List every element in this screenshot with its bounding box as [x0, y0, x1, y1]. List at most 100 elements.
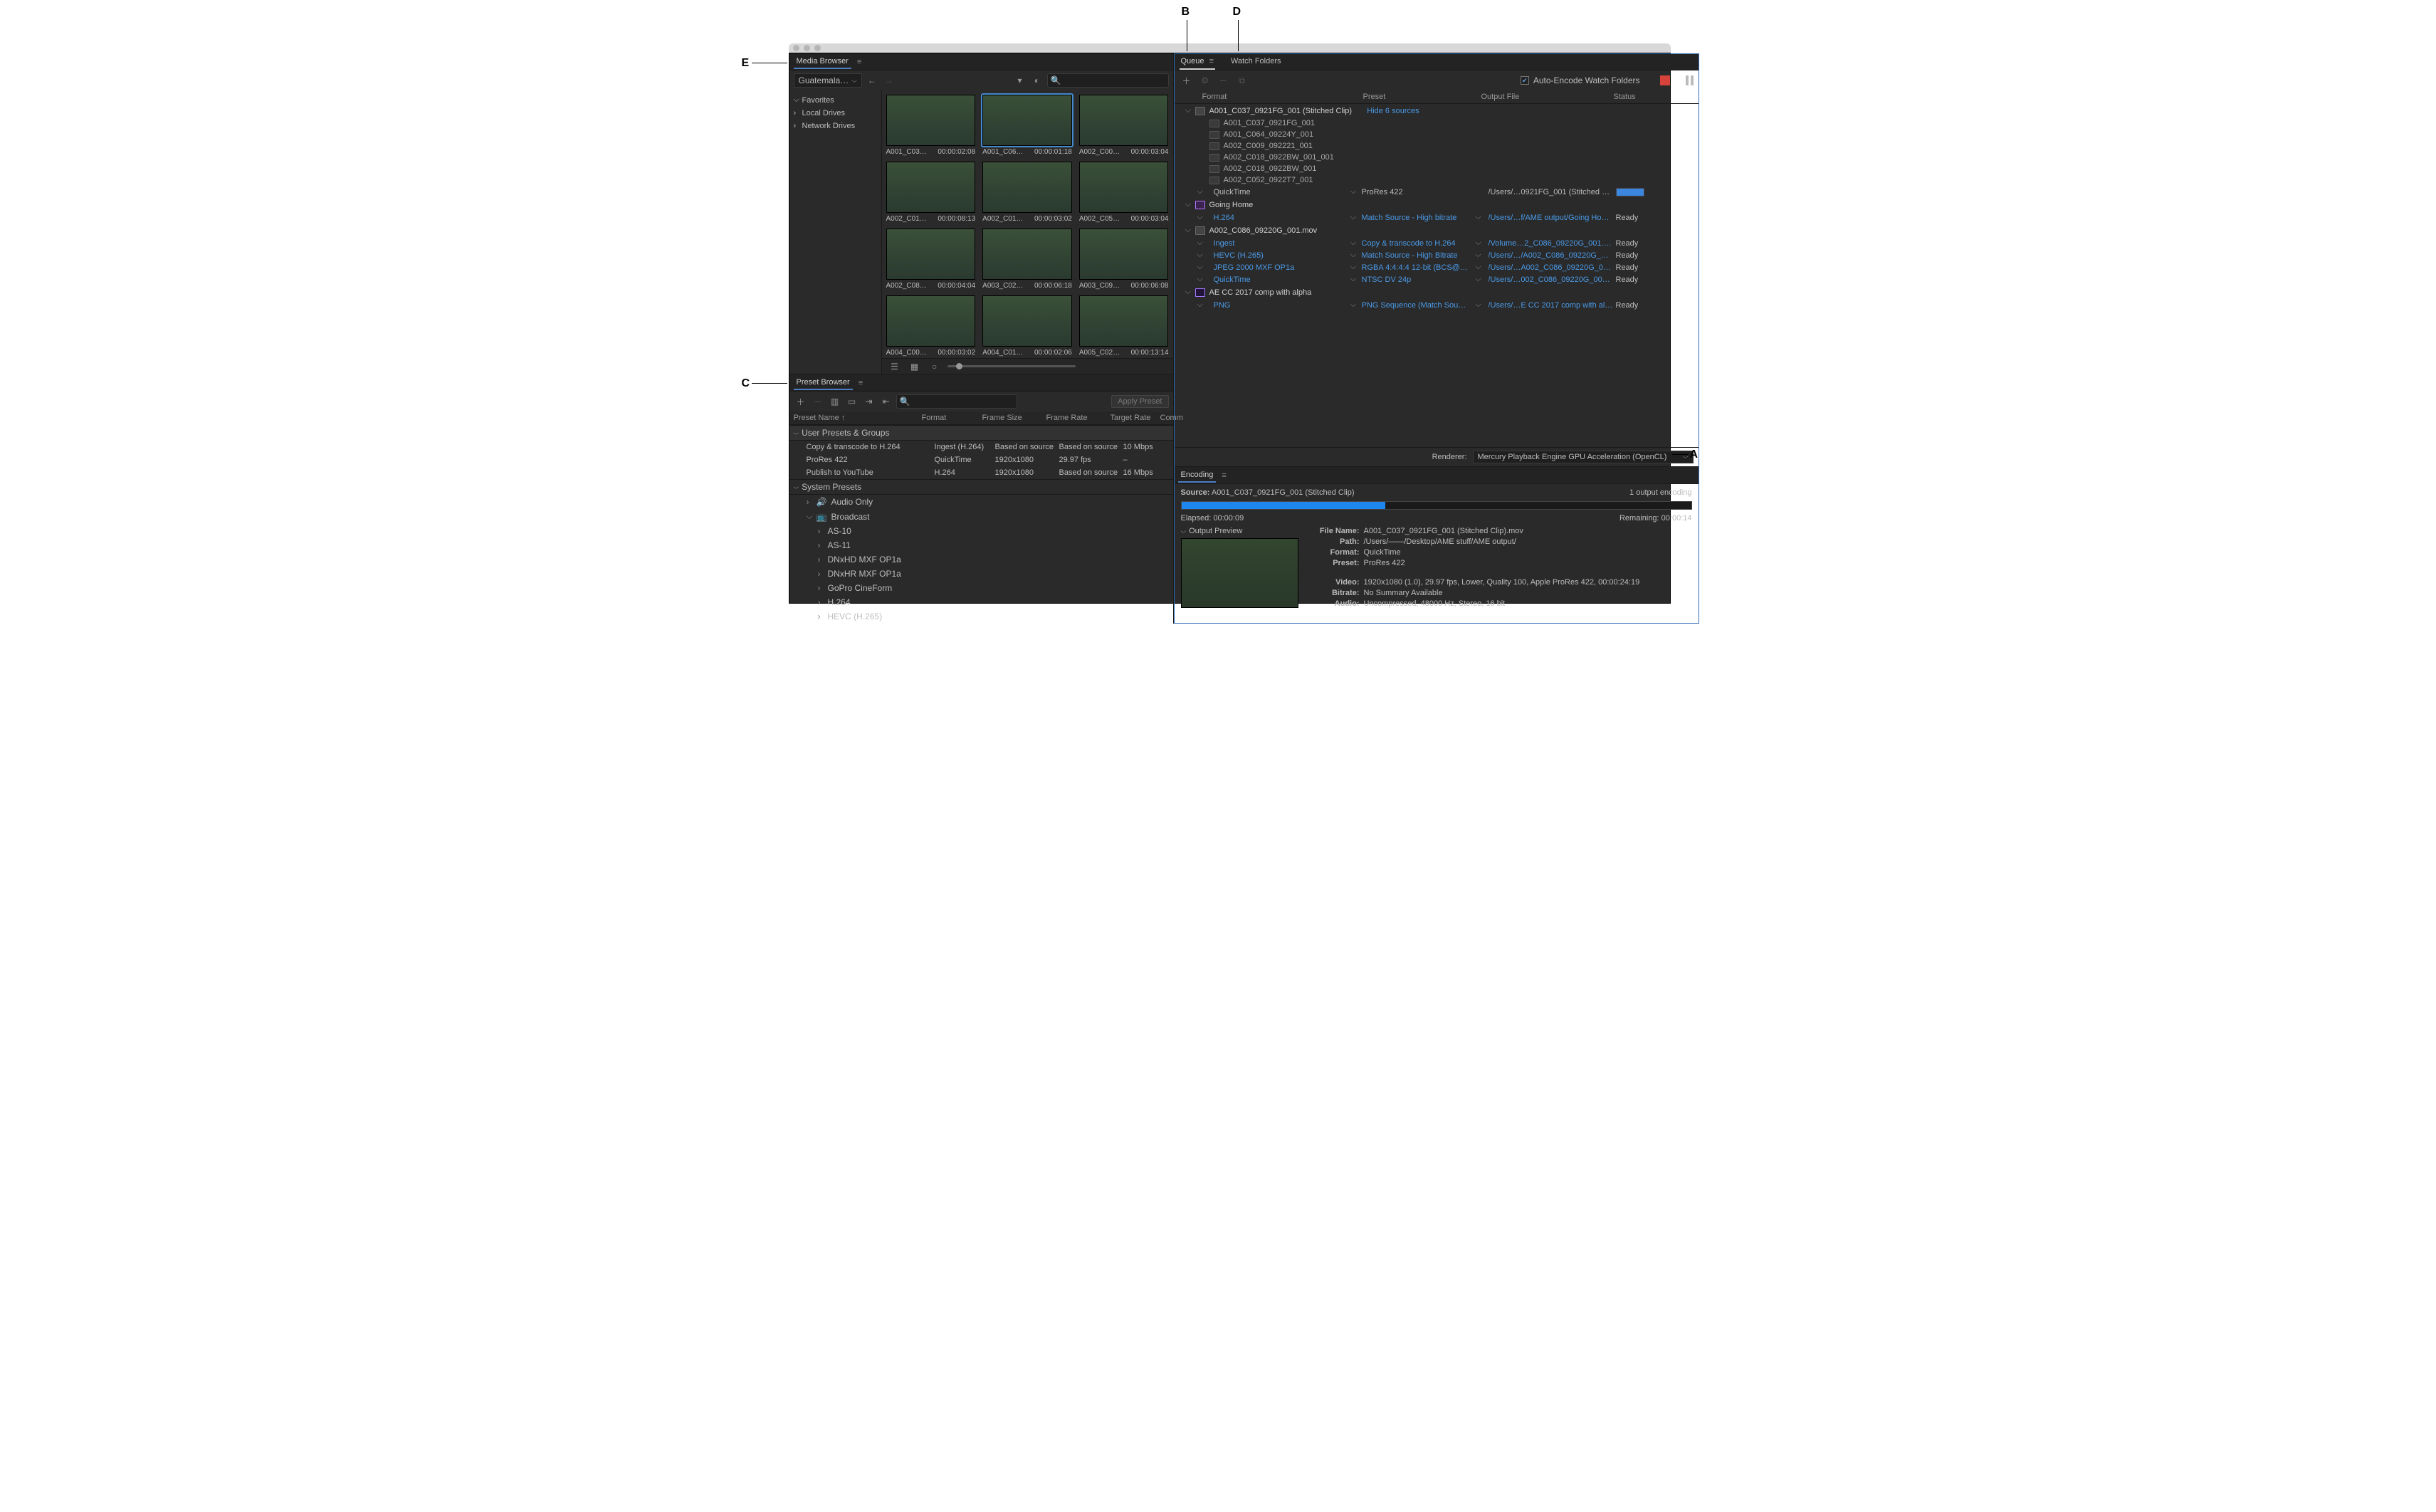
chevron-down-icon[interactable]: ⌵: [1471, 275, 1486, 284]
ingest-icon[interactable]: ◐: [1030, 73, 1044, 88]
chevron-down-icon[interactable]: ⌵: [1348, 251, 1359, 260]
queue-output-row[interactable]: ⌵ Ingest ⌵ Copy & transcode to H.264 ⌵ /…: [1174, 237, 1699, 249]
output-preset[interactable]: Copy & transcode to H.264: [1362, 239, 1469, 248]
queue-output-row[interactable]: ⌵ QuickTime ⌵ NTSC DV 24p ⌵ /Users/…002_…: [1174, 273, 1699, 285]
path-dropdown[interactable]: Guatemala… ⌵: [794, 73, 862, 88]
import-preset-button[interactable]: ⇥: [862, 394, 876, 409]
output-file-path[interactable]: /Users/…002_C086_09220G_001_2.mov: [1489, 275, 1613, 284]
panel-menu-icon[interactable]: ≡: [859, 379, 863, 387]
duplicate-button[interactable]: ⧉: [1235, 73, 1249, 88]
stitched-child-row[interactable]: A002_C018_0922BW_001: [1174, 163, 1699, 174]
stitched-child-row[interactable]: A001_C037_0921FG_001: [1174, 117, 1699, 129]
chevron-down-icon[interactable]: ⌵: [1471, 300, 1486, 310]
clip-thumb[interactable]: A001_C06…00:00:01:18: [982, 95, 1072, 156]
preset-format-item[interactable]: ›AS-11: [789, 538, 1173, 552]
media-search-box[interactable]: 🔍: [1047, 73, 1169, 88]
stitched-child-row[interactable]: A002_C052_0922T7_001: [1174, 174, 1699, 186]
tab-watch-folders[interactable]: Watch Folders: [1229, 54, 1283, 70]
traffic-light-close[interactable]: [793, 45, 799, 51]
preset-settings-button[interactable]: ▭: [845, 394, 859, 409]
chevron-down-icon[interactable]: ⌵: [1471, 263, 1486, 272]
apply-preset-button[interactable]: Apply Preset: [1111, 395, 1168, 408]
queue-source-row[interactable]: ⌵ A002_C086_09220G_001.mov: [1174, 224, 1699, 237]
output-preset[interactable]: Match Source - High bitrate: [1362, 214, 1469, 222]
queue-output-row[interactable]: ⌵ PNG ⌵ PNG Sequence (Match Source) ⌵ /U…: [1174, 299, 1699, 311]
nav-back-button[interactable]: ←: [865, 73, 879, 88]
output-format[interactable]: QuickTime: [1214, 275, 1345, 284]
queue-output-row[interactable]: ⌵ QuickTime ⌵ ProRes 422 /Users/…0921FG_…: [1174, 186, 1699, 198]
stitched-child-row[interactable]: A002_C018_0922BW_001_001: [1174, 152, 1699, 163]
pause-queue-button[interactable]: [1686, 75, 1694, 85]
queue-source-row[interactable]: ⌵ A001_C037_0921FG_001 (Stitched Clip) H…: [1174, 104, 1699, 117]
queue-output-row[interactable]: ⌵ HEVC (H.265) ⌵ Match Source - High Bit…: [1174, 249, 1699, 261]
panel-menu-icon[interactable]: ≡: [1209, 57, 1214, 65]
queue-settings-button[interactable]: ⚙: [1198, 73, 1212, 88]
output-format[interactable]: QuickTime: [1214, 188, 1345, 196]
thumb-size-slider[interactable]: [947, 365, 1076, 367]
queue-list[interactable]: ⌵ A001_C037_0921FG_001 (Stitched Clip) H…: [1174, 104, 1699, 447]
output-preset[interactable]: NTSC DV 24p: [1362, 275, 1469, 284]
clip-thumb[interactable]: A001_C03…00:00:02:08: [886, 95, 976, 156]
tree-network-drives[interactable]: ›Network Drives: [789, 120, 881, 132]
clip-thumb[interactable]: A005_C02…00:00:13:14: [1079, 295, 1169, 357]
output-file-path[interactable]: /Users/…0921FG_001 (Stitched Clip).mov: [1489, 188, 1613, 196]
panel-menu-icon[interactable]: ≡: [1222, 471, 1226, 480]
tree-favorites[interactable]: ⌵Favorites: [789, 93, 881, 107]
chevron-down-icon[interactable]: ⌵: [1190, 300, 1211, 310]
list-view-icon[interactable]: ☰: [888, 359, 902, 374]
col-preset-name[interactable]: Preset Name: [794, 414, 922, 422]
thumbnail-grid[interactable]: A001_C03…00:00:02:08 A001_C06…00:00:01:1…: [882, 90, 1173, 358]
output-preview-toggle[interactable]: ⌵Output Preview: [1181, 527, 1298, 535]
remove-preset-button[interactable]: －: [811, 394, 825, 409]
clip-thumb[interactable]: A002_C08…00:00:04:04: [886, 229, 976, 290]
clip-thumb[interactable]: A004_C00…00:00:03:02: [886, 295, 976, 357]
preset-format-item[interactable]: ›GoPro CineForm: [789, 581, 1173, 595]
output-file-path[interactable]: /Volume…2_C086_09220G_001.mov: [1489, 239, 1613, 248]
col-frame-rate[interactable]: Frame Rate: [1046, 414, 1111, 422]
chevron-down-icon[interactable]: ⌵: [1190, 213, 1211, 222]
output-preset[interactable]: ProRes 422: [1362, 188, 1469, 196]
queue-output-row[interactable]: ⌵ H.264 ⌵ Match Source - High bitrate ⌵ …: [1174, 211, 1699, 224]
output-file-path[interactable]: /Users/…A002_C086_09220G_001_1.mxf: [1489, 263, 1613, 272]
chevron-down-icon[interactable]: ⌵: [1190, 251, 1211, 260]
tab-queue[interactable]: Queue ≡: [1180, 54, 1216, 70]
filter-icon[interactable]: ▾: [1013, 73, 1027, 88]
chevron-down-icon[interactable]: ⌵: [1348, 300, 1359, 310]
col-target-rate[interactable]: Target Rate: [1111, 414, 1160, 422]
chevron-down-icon[interactable]: ⌵: [1348, 263, 1359, 272]
preset-browser-tab[interactable]: Preset Browser: [794, 376, 853, 390]
clip-thumb[interactable]: A002_C01…00:00:03:02: [982, 162, 1072, 223]
clip-thumb[interactable]: A002_C01…00:00:08:13: [886, 162, 976, 223]
col-frame-size[interactable]: Frame Size: [982, 414, 1046, 422]
preset-row[interactable]: Publish to YouTubeH.2641920x1080Based on…: [789, 466, 1173, 479]
traffic-light-zoom[interactable]: [814, 45, 821, 51]
queue-source-row[interactable]: ⌵ AE CC 2017 comp with alpha: [1174, 285, 1699, 299]
chevron-down-icon[interactable]: ⌵: [1190, 238, 1211, 248]
output-file-path[interactable]: /Users/…E CC 2017 comp with alpha.png: [1489, 301, 1613, 310]
preset-format-item[interactable]: ›H.264: [789, 595, 1173, 609]
output-format[interactable]: H.264: [1214, 214, 1345, 222]
chevron-down-icon[interactable]: ⌵: [1190, 275, 1211, 284]
chevron-down-icon[interactable]: ⌵: [1348, 275, 1359, 284]
add-source-button[interactable]: ＋: [1180, 73, 1194, 88]
thumb-view-icon[interactable]: ▦: [908, 359, 922, 374]
stitched-child-row[interactable]: A002_C009_092221_001: [1174, 140, 1699, 152]
chevron-down-icon[interactable]: ⌵: [1471, 213, 1486, 222]
preset-row[interactable]: Copy & transcode to H.264Ingest (H.264)B…: [789, 441, 1173, 453]
group-system-presets[interactable]: ⌵System Presets: [789, 479, 1173, 495]
output-format[interactable]: Ingest: [1214, 239, 1345, 248]
preset-cat-audio-only[interactable]: ›🔊Audio Only: [789, 495, 1173, 509]
col-format[interactable]: Format: [922, 414, 982, 422]
clip-thumb[interactable]: A004_C01…00:00:02:06: [982, 295, 1072, 357]
output-preset[interactable]: PNG Sequence (Match Source): [1362, 301, 1469, 310]
encoding-tab[interactable]: Encoding: [1178, 468, 1217, 483]
chevron-down-icon[interactable]: ⌵: [1348, 213, 1359, 222]
clip-thumb[interactable]: A002_C05…00:00:03:04: [1079, 162, 1169, 223]
add-preset-button[interactable]: ＋: [794, 394, 808, 409]
output-preset[interactable]: RGBA 4:4:4:4 12-bit (BCS@L5): [1362, 263, 1469, 272]
remove-source-button[interactable]: －: [1217, 73, 1231, 88]
chevron-down-icon[interactable]: ⌵: [1471, 238, 1486, 248]
queue-source-row[interactable]: ⌵ Going Home: [1174, 198, 1699, 211]
panel-menu-icon[interactable]: ≡: [857, 58, 861, 66]
new-group-button[interactable]: ▥: [828, 394, 842, 409]
